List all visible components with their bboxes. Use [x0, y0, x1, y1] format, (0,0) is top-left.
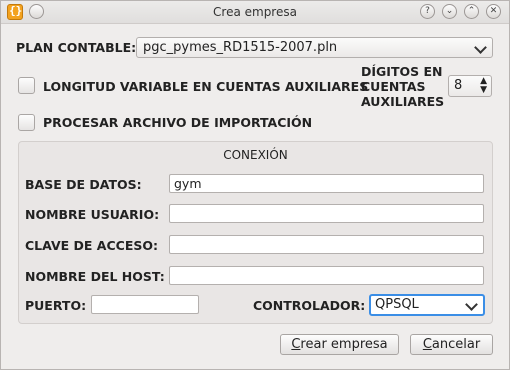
clave-acceso-label: CLAVE DE ACCESO: — [25, 238, 158, 253]
nombre-usuario-input[interactable] — [169, 204, 484, 223]
puerto-input[interactable] — [91, 295, 199, 314]
digitos-spinbox[interactable]: 8 ▲ ▼ — [448, 75, 492, 97]
plan-contable-value: pgc_pymes_RD1515-2007.pln — [143, 40, 338, 55]
plan-contable-select[interactable]: pgc_pymes_RD1515-2007.pln — [136, 37, 493, 58]
dialog-window: Crea empresa ? ⌄ ⌃ ✕ PLAN CONTABLE: pgc_… — [0, 0, 510, 370]
plan-contable-label: PLAN CONTABLE: — [16, 40, 137, 55]
nombre-host-input[interactable] — [169, 266, 484, 285]
cancelar-button[interactable]: Cancelar — [410, 334, 493, 355]
longitud-variable-label: LONGITUD VARIABLE EN CUENTAS AUXILIARES — [43, 79, 369, 94]
chevron-down-icon — [474, 41, 487, 54]
puerto-label: PUERTO: — [25, 298, 87, 313]
clave-acceso-input[interactable] — [169, 235, 484, 254]
longitud-variable-checkbox[interactable] — [18, 77, 35, 94]
title-bar: Crea empresa ? ⌄ ⌃ ✕ — [1, 1, 509, 24]
base-datos-label: BASE DE DATOS: — [25, 177, 142, 192]
nombre-usuario-label: NOMBRE USUARIO: — [25, 207, 160, 222]
controlador-select[interactable]: QPSQL — [369, 294, 485, 316]
digitos-label: DÍGITOS EN CUENTAS AUXILIARES — [361, 64, 445, 109]
conexion-title: CONEXIÓN — [223, 148, 288, 162]
procesar-importacion-label: PROCESAR ARCHIVO DE IMPORTACIÓN — [43, 115, 313, 130]
minimize-button[interactable]: ⌄ — [442, 4, 457, 19]
digitos-value: 8 — [454, 78, 463, 93]
crear-empresa-button[interactable]: Crear empresa — [280, 334, 399, 355]
help-button[interactable]: ? — [420, 4, 435, 19]
controlador-value: QPSQL — [375, 297, 419, 312]
chevron-down-icon — [465, 298, 478, 311]
close-button[interactable]: ✕ — [486, 4, 501, 19]
nombre-host-label: NOMBRE DEL HOST: — [25, 269, 165, 284]
maximize-button[interactable]: ⌃ — [464, 4, 479, 19]
procesar-importacion-checkbox[interactable] — [18, 114, 35, 131]
conexion-group: CONEXIÓN BASE DE DATOS: gym NOMBRE USUAR… — [18, 141, 493, 324]
spin-arrows-icon[interactable]: ▲ ▼ — [480, 77, 487, 95]
controlador-label: CONTROLADOR: — [253, 298, 366, 313]
base-datos-input[interactable]: gym — [169, 174, 484, 193]
